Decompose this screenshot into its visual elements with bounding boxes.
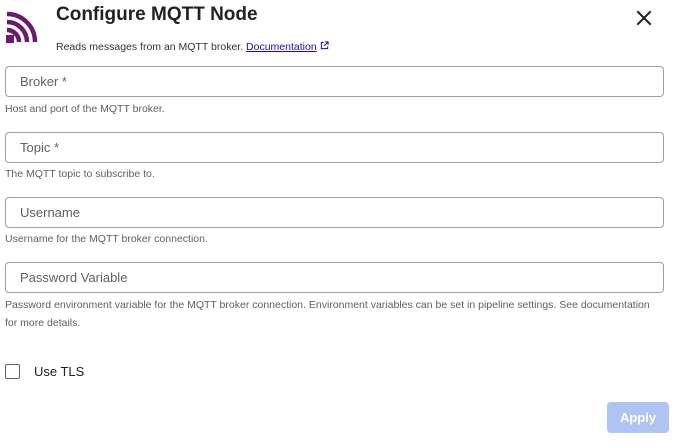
close-icon[interactable] <box>634 8 654 28</box>
topic-input[interactable] <box>6 133 663 162</box>
dialog-subtitle: Reads messages from an MQTT broker. Docu… <box>56 40 329 54</box>
use-tls-checkbox[interactable] <box>5 363 20 379</box>
external-link-icon[interactable] <box>320 41 329 50</box>
username-helper-text: Username for the MQTT broker connection. <box>5 233 208 245</box>
broker-input[interactable] <box>6 67 663 96</box>
password-variable-field[interactable] <box>5 262 664 293</box>
apply-button[interactable]: Apply <box>607 402 669 433</box>
configure-node-dialog: Configure MQTT Node Reads messages from … <box>0 0 673 441</box>
documentation-link[interactable]: Documentation <box>246 41 317 53</box>
broker-helper-text: Host and port of the MQTT broker. <box>5 103 165 115</box>
subtitle-text: Reads messages from an MQTT broker. <box>56 41 244 53</box>
broker-field[interactable] <box>5 66 664 97</box>
topic-field[interactable] <box>5 132 664 163</box>
username-field[interactable] <box>5 197 664 228</box>
dialog-title: Configure MQTT Node <box>56 4 258 25</box>
use-tls-label[interactable]: Use TLS <box>34 364 84 379</box>
username-input[interactable] <box>6 198 663 227</box>
password-variable-input[interactable] <box>6 263 663 292</box>
topic-helper-text: The MQTT topic to subscribe to. <box>5 168 155 180</box>
use-tls-row[interactable]: Use TLS <box>5 362 84 380</box>
password-variable-helper-text: Password environment variable for the MQ… <box>5 299 650 329</box>
rss-feed-icon <box>5 8 41 44</box>
documentation-link-label: Documentation <box>246 41 317 53</box>
